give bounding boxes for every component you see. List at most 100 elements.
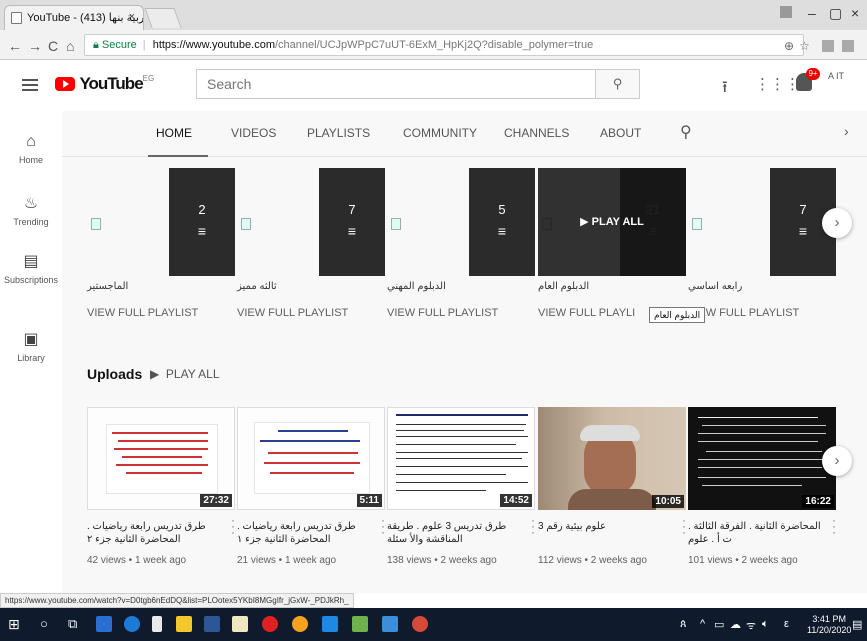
tab-videos[interactable]: VIDEOS <box>231 126 276 140</box>
video-title[interactable]: المحاضرة الثانية . الفرقة الثالثة . ت أ … <box>688 520 828 546</box>
view-full-playlist-link[interactable]: VIEW FULL PLAYLI <box>538 307 635 319</box>
taskbar-app-icon[interactable] <box>152 616 162 632</box>
youtube-logo[interactable]: YouTubeEG <box>55 74 154 94</box>
video-title[interactable]: علوم بيئية رقم 3 <box>538 520 678 533</box>
library-icon: ▣ <box>23 331 39 348</box>
video-title[interactable]: طرق تدريس رابعة رياضيات . المحاضرة الثان… <box>237 520 377 546</box>
search-input[interactable] <box>197 70 597 98</box>
taskbar-clock[interactable]: 3:41 PM 11/20/2020 <box>807 614 851 636</box>
search-icon[interactable]: ⚲ <box>595 70 639 98</box>
playlist-title[interactable]: رابعه اساسي <box>688 281 742 292</box>
video-thumbnail[interactable]: 14:52 <box>387 407 535 510</box>
taskbar-app-icon[interactable] <box>352 616 368 632</box>
more-options-icon[interactable]: · · · <box>682 514 686 538</box>
apps-grid-icon[interactable]: ⋮⋮⋮ <box>755 75 800 93</box>
url-path: /channel/UCJpWPpC7uUT-6ExM_HpKj2Q?disabl… <box>274 39 594 51</box>
task-view-icon[interactable]: ⧉ <box>68 616 77 632</box>
uploads-heading[interactable]: Uploads <box>87 366 142 382</box>
subscriptions-icon: ▤ <box>23 253 39 270</box>
playlist-title[interactable]: الدبلوم العام <box>538 281 589 292</box>
more-options-icon[interactable]: · · · <box>231 514 235 538</box>
video-meta: 112 views • 2 weeks ago <box>538 555 647 566</box>
volume-icon[interactable]: 🔈︎ <box>762 618 769 631</box>
word-icon[interactable] <box>204 616 220 632</box>
video-meta: 21 views • 1 week ago <box>237 555 337 566</box>
guide-item-trending[interactable]: ♨ Trending <box>0 193 62 227</box>
url-field[interactable]: 🔒︎ Secure | https://www.youtube.com/chann… <box>84 34 804 56</box>
extension-icon[interactable] <box>842 40 854 52</box>
edge-icon[interactable] <box>124 616 140 632</box>
zoom-icon[interactable]: ⊕ <box>784 39 794 53</box>
channel-search-icon[interactable]: ⚲ <box>680 122 692 142</box>
broken-image-icon <box>91 218 101 230</box>
playlist-title[interactable]: الماجستير <box>87 281 128 292</box>
close-tab-icon[interactable]: × <box>129 11 135 23</box>
action-center-icon[interactable]: ▤ <box>852 618 862 631</box>
browser-tab[interactable]: YouTube - تربية بنها (413) × <box>4 5 144 30</box>
more-options-icon[interactable]: · · · <box>381 514 385 538</box>
view-full-playlist-link[interactable]: VIEW FULL PLAYLIST <box>237 307 348 319</box>
maximize-button[interactable]: ▢ <box>829 5 842 22</box>
guide-item-subscriptions[interactable]: ▤ Subscriptions <box>0 251 62 285</box>
tab-title: YouTube - تربية بنها (413) <box>27 12 144 24</box>
video-thumbnail[interactable]: 10:05 <box>538 407 686 510</box>
taskbar-app-icon[interactable] <box>232 616 248 632</box>
reload-icon[interactable]: C <box>48 38 58 54</box>
url-host: https://www.youtube.com <box>152 39 275 51</box>
extension-icon[interactable] <box>822 40 834 52</box>
video-title[interactable]: طرق تدريس 3 علوم . طريقة المناقشة والأ س… <box>387 520 527 546</box>
playlist-title[interactable]: الدبلوم المهني <box>387 281 446 292</box>
view-full-playlist-link[interactable]: VIEW FULL PLAYLIST <box>87 307 198 319</box>
menu-icon[interactable] <box>22 79 38 91</box>
input-language[interactable]: ε <box>784 618 789 630</box>
taskbar-app-icon[interactable] <box>322 616 338 632</box>
clock-date: 11/20/2020 <box>807 625 852 635</box>
video-title[interactable]: طرق تدريس رابعة رياضيات . المحاضرة الثان… <box>87 520 227 546</box>
taskbar-app-icon[interactable] <box>96 616 112 632</box>
video-thumbnail[interactable]: 27:32 <box>87 407 235 510</box>
guide-item-home[interactable]: ⌂ Home <box>0 133 62 165</box>
user-profile-icon[interactable] <box>780 6 792 18</box>
playlist-title[interactable]: ثالثه مميز <box>237 281 277 292</box>
search-icon[interactable]: ○ <box>40 616 48 631</box>
more-options-icon[interactable]: · · · <box>531 514 535 538</box>
tab-playlists[interactable]: PLAYLISTS <box>307 126 370 140</box>
windows-start-icon[interactable]: ⊞ <box>8 616 20 633</box>
taskbar-app-icon[interactable] <box>382 616 398 632</box>
play-all-overlay[interactable]: ▶ PLAY ALL <box>538 168 686 276</box>
guide-item-library[interactable]: ▣ Library <box>0 329 62 363</box>
tab-home[interactable]: HOME <box>156 126 192 140</box>
upload-icon[interactable]: ⭱ <box>722 76 728 103</box>
next-arrow-icon[interactable]: › <box>822 208 852 238</box>
next-arrow-icon[interactable]: › <box>822 446 852 476</box>
more-options-icon[interactable]: · · · <box>832 514 836 538</box>
status-bar-url: https://www.youtube.com/watch?v=D0tgb6nE… <box>0 593 354 608</box>
chrome-icon[interactable] <box>292 616 308 632</box>
playlist-count-overlay: 7 ≡ <box>319 168 385 276</box>
people-icon[interactable]: ጰ <box>680 618 687 631</box>
tab-about[interactable]: ABOUT <box>600 126 641 140</box>
tray-expand-icon[interactable]: ^ <box>700 618 705 630</box>
video-thumbnail[interactable]: 5:11 <box>237 407 385 510</box>
taskbar-app-icon[interactable] <box>412 616 428 632</box>
tabs-next-chevron-icon[interactable]: › <box>844 123 849 139</box>
bookmark-star-icon[interactable]: ☆ <box>799 39 810 53</box>
view-full-playlist-link[interactable]: VIEW FULL PLAYLIST <box>387 307 498 319</box>
tab-channels[interactable]: CHANNELS <box>504 126 569 140</box>
wifi-icon[interactable]: ᯤ <box>746 618 756 633</box>
file-explorer-icon[interactable] <box>176 616 192 632</box>
video-thumbnail[interactable]: 16:22 <box>688 407 836 510</box>
new-tab-button[interactable] <box>144 8 182 28</box>
avatar[interactable]: A IT <box>828 71 850 93</box>
close-window-button[interactable]: × <box>851 5 859 21</box>
video-duration: 5:11 <box>356 494 382 507</box>
opera-icon[interactable] <box>262 616 278 632</box>
tab-community[interactable]: COMMUNITY <box>403 126 477 140</box>
forward-arrow-icon[interactable]: → <box>28 38 42 54</box>
uploads-play-all[interactable]: ▶ PLAY ALL <box>150 367 220 381</box>
minimize-button[interactable]: – <box>808 5 816 21</box>
back-arrow-icon[interactable]: ← <box>8 38 22 54</box>
onedrive-icon[interactable]: ☁ <box>730 618 741 631</box>
network-icon[interactable]: ▭ <box>714 618 724 631</box>
home-page-icon[interactable]: ⌂ <box>66 38 74 54</box>
